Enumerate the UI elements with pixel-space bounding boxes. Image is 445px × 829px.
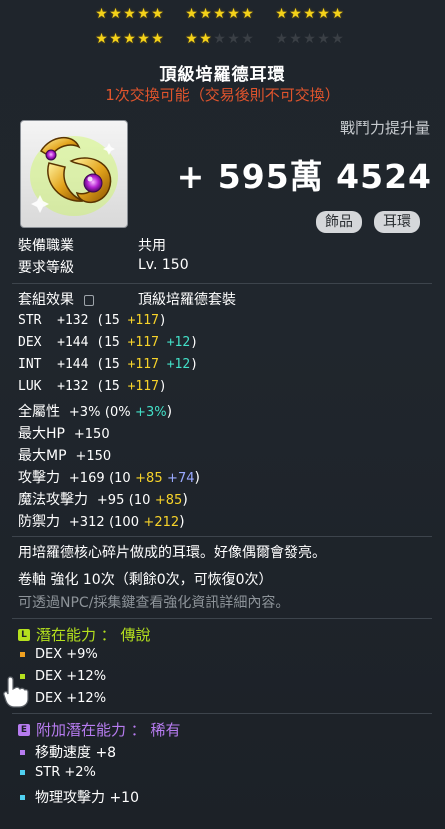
star-filled-icon: ★ [123, 31, 136, 47]
additional-potential-title: 附加潛在能力 ： 稀有 [36, 721, 181, 739]
star-filled-icon: ★ [109, 31, 122, 47]
level-requirement-label: 要求等級 [18, 260, 74, 276]
set-effect[interactable]: 套組效果 頂級培羅德套裝 [18, 289, 236, 309]
star-filled-icon: ★ [185, 6, 198, 22]
additional-potential-header: E 附加潛在能力 ： 稀有 [18, 719, 181, 740]
bullet-icon [20, 794, 25, 800]
star-force-row-1: ★ ★ ★ ★ ★ ★ ★ ★ ★ ★ ★ ★ ★ ★ ★ [95, 6, 365, 24]
star-empty-icon: ★ [303, 31, 316, 47]
divider [12, 618, 432, 619]
potential-line: DEX +9% [20, 647, 98, 662]
star-group: ★ ★ ★ ★ ★ [275, 6, 345, 24]
star-empty-icon: ★ [213, 31, 226, 47]
star-filled-icon: ★ [275, 6, 288, 22]
divider [12, 536, 432, 537]
star-filled-icon: ★ [123, 6, 136, 22]
bullet-icon [20, 652, 25, 657]
level-requirement-value: Lv. 150 [138, 257, 189, 273]
combat-power-value: + 595萬 4524 [176, 157, 432, 196]
star-empty-icon: ★ [227, 31, 240, 47]
bullet-icon [20, 770, 25, 775]
star-filled-icon: ★ [213, 6, 226, 22]
star-filled-icon: ★ [109, 6, 122, 22]
star-filled-icon: ★ [137, 31, 150, 47]
star-filled-icon: ★ [95, 31, 108, 47]
stat-max-hp: 最大HP +150 [18, 426, 110, 442]
item-tooltip: ★ ★ ★ ★ ★ ★ ★ ★ ★ ★ ★ ★ ★ ★ ★ ★ ★ ★ ★ ★ [0, 0, 445, 829]
stat-defense: 防禦力 +312 (100 +212) [18, 514, 185, 530]
stat-max-mp: 最大MP +150 [18, 448, 112, 464]
item-name: 頂級培羅德耳環 [159, 65, 286, 85]
subcategory-tag: 耳環 [374, 211, 420, 233]
item-description: 用培羅德核心碎片做成的耳環。好像偶爾會發亮。 [18, 545, 326, 561]
divider [12, 713, 432, 714]
additional-potential-line: 物理攻擊力 +10 [20, 787, 139, 807]
star-group: ★ ★ ★ ★ ★ [95, 31, 165, 49]
star-force-row-2: ★ ★ ★ ★ ★ ★ ★ ★ ★ ★ ★ ★ ★ ★ ★ [95, 31, 365, 49]
star-filled-icon: ★ [331, 6, 344, 22]
divider [12, 283, 432, 284]
trade-status: 1次交換可能（交易後則不可交換） [105, 86, 340, 104]
stat-luk: LUK +132 (15 +117) [18, 379, 167, 394]
star-group: ★ ★ ★ ★ ★ [185, 31, 255, 49]
stat-str: STR +132 (15 +117) [18, 313, 167, 328]
epic-badge-icon: E [18, 723, 30, 736]
potential-line: DEX +12% [20, 691, 106, 706]
potential-title: 潛在能力 ： 傳說 [36, 626, 151, 644]
star-empty-icon: ★ [289, 31, 302, 47]
stat-magic-attack: 魔法攻擊力 +95 (10 +85) [18, 492, 188, 508]
star-filled-icon: ★ [317, 6, 330, 22]
item-icon-frame [20, 120, 128, 228]
job-requirement: 裝備職業 共用 [18, 235, 166, 255]
set-effect-label: 套組效果 [18, 292, 74, 308]
scroll-info: 卷軸 強化 10次（剩餘0次，可恢復0次） [18, 572, 273, 588]
star-empty-icon: ★ [241, 31, 254, 47]
set-lock-icon [84, 294, 95, 306]
star-filled-icon: ★ [95, 6, 108, 22]
star-filled-icon: ★ [199, 31, 212, 47]
potential-header: L 潛在能力 ： 傳說 [18, 624, 151, 645]
level-requirement: 要求等級 Lv. 150 [18, 257, 189, 277]
bullet-icon [20, 749, 25, 755]
star-empty-icon: ★ [331, 31, 344, 47]
star-filled-icon: ★ [151, 31, 164, 47]
job-requirement-label: 裝備職業 [18, 238, 74, 254]
job-requirement-value: 共用 [138, 238, 166, 254]
stat-dex: DEX +144 (15 +117 +12) [18, 335, 199, 350]
star-filled-icon: ★ [137, 6, 150, 22]
star-group: ★ ★ ★ ★ ★ [95, 6, 165, 24]
star-filled-icon: ★ [185, 31, 198, 47]
stat-attack: 攻擊力 +169 (10 +85 +74) [18, 470, 200, 486]
stat-int: INT +144 (15 +117 +12) [18, 357, 199, 372]
star-filled-icon: ★ [227, 6, 240, 22]
star-empty-icon: ★ [275, 31, 288, 47]
npc-hint: 可透過NPC/採集鍵查看強化資訊詳細內容。 [18, 595, 290, 611]
star-empty-icon: ★ [317, 31, 330, 47]
star-filled-icon: ★ [199, 6, 212, 22]
star-filled-icon: ★ [151, 6, 164, 22]
earring-icon [30, 136, 118, 216]
potential-line: DEX +12% [20, 669, 106, 684]
additional-potential-line: STR +2% [20, 765, 96, 780]
star-group: ★ ★ ★ ★ ★ [275, 31, 345, 49]
legendary-badge-icon: L [18, 628, 30, 641]
set-effect-value: 頂級培羅德套裝 [138, 292, 236, 308]
category-tag: 飾品 [316, 211, 362, 233]
star-filled-icon: ★ [303, 6, 316, 22]
stat-all: 全屬性 +3% (0% +3%) [18, 404, 173, 420]
star-filled-icon: ★ [241, 6, 254, 22]
star-filled-icon: ★ [289, 6, 302, 22]
star-group: ★ ★ ★ ★ ★ [185, 6, 255, 24]
additional-potential-line: 移動速度 +8 [20, 742, 116, 762]
combat-power-label: 戰鬥力提升量 [339, 119, 430, 137]
hand-cursor-icon [3, 676, 29, 708]
